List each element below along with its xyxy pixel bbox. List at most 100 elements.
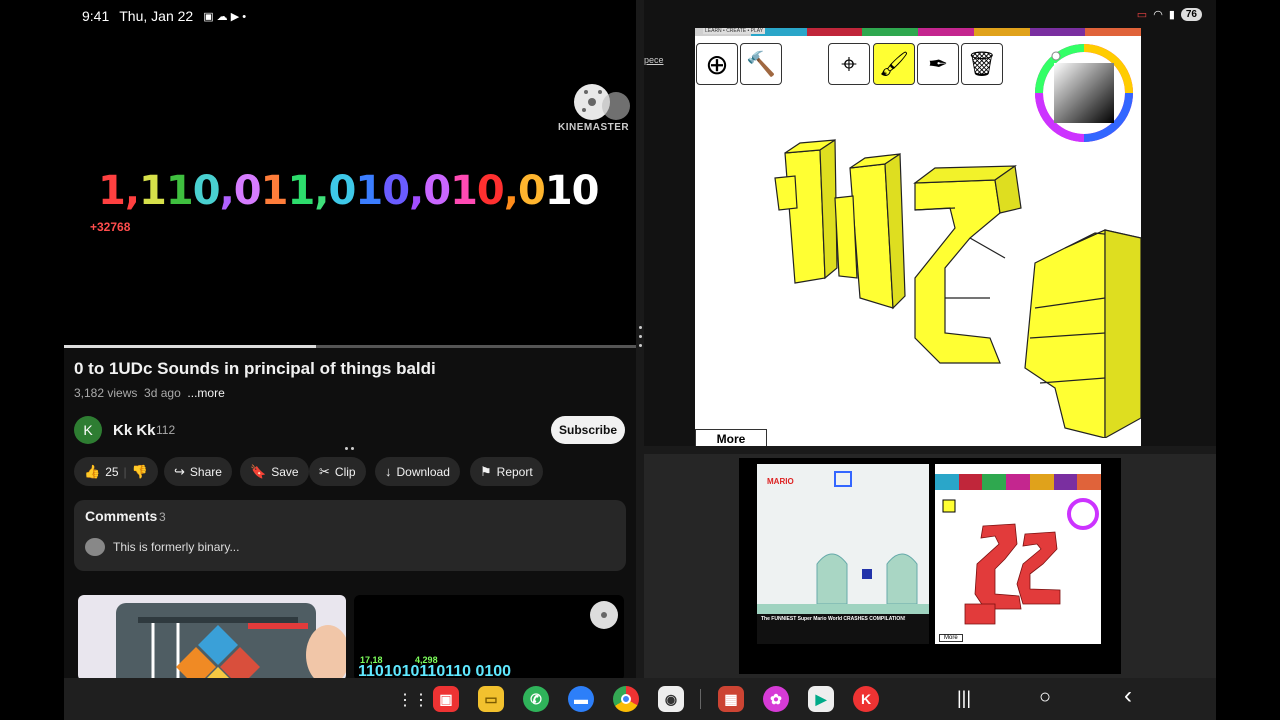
report-label: Report (496, 464, 533, 479)
share-label: Share (189, 464, 222, 479)
binary-digit: 1 (544, 168, 573, 214)
files-app-icon[interactable]: ▭ (478, 686, 504, 712)
view-count: 3,182 views (74, 386, 138, 400)
commenter-avatar (85, 538, 105, 556)
split-handle-vertical[interactable] (638, 326, 642, 348)
scissors-icon: ✂ (319, 463, 330, 479)
messages-app-icon[interactable]: ▬ (568, 686, 594, 712)
binary-digit: 0 (233, 168, 262, 214)
binary-digit: 0 (328, 168, 357, 214)
status-time: 9:41 (82, 8, 110, 24)
eyedropper-tool-button[interactable]: ✒ (917, 43, 959, 85)
bottom-right-pane: MARIO The FUNNIEST Super Mario World CRA… (644, 454, 1216, 678)
download-icon: ↓ (385, 464, 392, 479)
channel-name[interactable]: Kk Kk (113, 422, 156, 439)
add-tool-button[interactable]: ⊕ (696, 43, 738, 85)
split-handle-horizontal[interactable] (345, 447, 355, 451)
gallery-app-icon[interactable]: ✿ (763, 686, 789, 712)
nested-screenshot[interactable]: MARIO The FUNNIEST Super Mario World CRA… (739, 458, 1121, 674)
binary-digit: 0 (192, 168, 221, 214)
app-folder-icon[interactable]: ▦ (718, 686, 744, 712)
binary-digit: 1 (165, 168, 194, 214)
play-store-icon[interactable]: ▶ (808, 686, 834, 712)
more-link[interactable]: ...more (187, 386, 224, 400)
subscriber-count: 112 (156, 423, 176, 437)
binary-digit: , (503, 168, 519, 214)
binary-digit: , (314, 168, 329, 214)
home-button[interactable]: ○ (1039, 686, 1051, 709)
thumbs-down-icon[interactable]: 👎 (132, 464, 148, 480)
related-video-thumbnail-2[interactable]: 17,18 4,298 1101010110110 0100 (354, 595, 624, 678)
color-wheel[interactable] (1033, 42, 1135, 144)
status-date: Thu, Jan 22 (119, 8, 194, 24)
video-sub-value: +32768 (90, 220, 131, 234)
side-link[interactable]: pece (644, 55, 664, 65)
save-button[interactable]: 🔖 Save (240, 457, 309, 486)
report-button[interactable]: ⚑ Report (470, 457, 543, 486)
subscribe-button[interactable]: Subscribe (551, 416, 625, 444)
save-label: Save (271, 464, 299, 479)
comments-section[interactable]: Comments 3 This is formerly binary... (74, 500, 626, 571)
related-video-thumbnail[interactable] (78, 595, 346, 678)
clip-button[interactable]: ✂ Clip (309, 457, 366, 486)
upload-age: 3d ago (144, 386, 181, 400)
comments-title: Comments (85, 508, 158, 524)
share-button[interactable]: ↪ Share (164, 457, 232, 486)
paint-tool-button[interactable]: 🖌 (873, 43, 915, 85)
status-bar-right: ▭ ◠ ▮ 76 (1137, 8, 1202, 21)
wifi-icon: ◠ (1153, 9, 1163, 21)
phone-app-icon[interactable]: ✆ (523, 686, 549, 712)
bookmark-icon: 🔖 (250, 463, 267, 479)
drawing-canvas[interactable]: LEARN • CREATE • PLAY ⊕ 🔨 ⌖ 🖌 ✒ 🗑 More (695, 28, 1141, 446)
download-button[interactable]: ↓ Download (375, 457, 460, 486)
3d-block-drawing (774, 138, 1141, 438)
recents-button[interactable]: ||| (957, 688, 971, 709)
taskbar-divider (700, 689, 701, 709)
comments-count: 3 (159, 510, 166, 524)
pill-divider: | (123, 464, 127, 479)
notes-app-icon[interactable]: ▣ (433, 686, 459, 712)
thumbs-up-icon[interactable]: 👍 (84, 464, 100, 480)
binary-digit: 1 (260, 168, 289, 214)
puzzle-box-image (116, 603, 346, 678)
binary-digit: 0 (382, 168, 410, 214)
mini-red-blocks (942, 498, 1099, 625)
tablet-screen: 9:41 Thu, Jan 22 ▣ ☁ ▶ • 1,110,011,010,0… (64, 0, 1216, 720)
trash-icon: 🗑 (966, 50, 998, 78)
eyedropper-icon: ✒ (927, 50, 949, 78)
youtube-pane: 9:41 Thu, Jan 22 ▣ ☁ ▶ • 1,110,011,010,0… (64, 0, 636, 678)
comment-preview: This is formerly binary... (113, 540, 240, 554)
strip-label: LEARN • CREATE • PLAY (703, 28, 766, 34)
cast-icon: ▭ (1136, 9, 1148, 21)
binary-digit: , (409, 168, 424, 214)
back-button[interactable]: ‹ (1124, 682, 1132, 710)
video-progress-bar[interactable] (64, 345, 636, 348)
binary-digit: 0 (571, 168, 600, 214)
download-label: Download (396, 464, 450, 479)
mini-drawing-preview: More (935, 464, 1101, 644)
chrome-app-icon[interactable] (613, 686, 639, 712)
video-title: 0 to 1UDc Sounds in principal of things … (74, 359, 436, 378)
binary-digit: 1 (450, 168, 478, 214)
mini-more-button: More (939, 634, 963, 642)
camera-app-icon[interactable]: ◉ (658, 686, 684, 712)
kinemaster-app-icon[interactable]: K (853, 686, 879, 712)
crosshair-icon: ⌖ (841, 47, 857, 79)
clip-label: Clip (334, 464, 356, 479)
share-icon: ↪ (174, 463, 185, 479)
thumb-binary-text: 1101010110110 0100 (358, 663, 512, 678)
hammer-tool-button[interactable]: 🔨 (740, 43, 782, 85)
binary-digit: 0 (517, 168, 546, 214)
channel-avatar[interactable]: K (74, 416, 102, 444)
video-player[interactable]: 9:41 Thu, Jan 22 ▣ ☁ ▶ • 1,110,011,010,0… (64, 0, 636, 346)
crosshair-tool-button[interactable]: ⌖ (828, 43, 870, 85)
more-button[interactable]: More (695, 429, 767, 446)
flag-icon: ⚑ (480, 463, 492, 479)
video-meta: 3,182 views 3d ago ...more (74, 386, 225, 400)
plus-icon: ⊕ (705, 48, 729, 80)
like-count[interactable]: 25 (105, 465, 118, 479)
paint-bucket-icon: 🖌 (878, 50, 910, 78)
trash-tool-button[interactable]: 🗑 (961, 43, 1003, 85)
notification-icons: ▣ ☁ ▶ • (203, 10, 247, 23)
binary-counter: 1,110,011,010,010,010 (98, 168, 599, 214)
